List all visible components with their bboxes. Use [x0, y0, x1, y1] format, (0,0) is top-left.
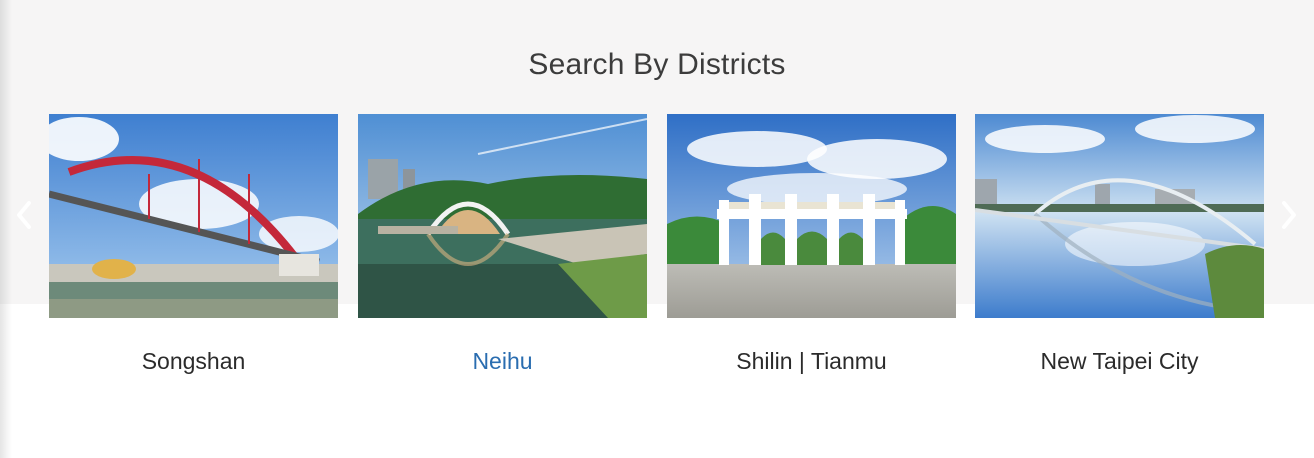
- district-label: New Taipei City: [1040, 348, 1199, 374]
- carousel-next-button[interactable]: [1274, 198, 1304, 232]
- district-label: Songshan: [141, 348, 246, 374]
- district-label: Shilin | Tianmu: [736, 348, 887, 374]
- district-card-songshan[interactable]: Songshan: [49, 114, 338, 404]
- district-card-shilin-tianmu[interactable]: Shilin | Tianmu: [667, 114, 956, 404]
- district-image-songshan: [49, 114, 338, 318]
- district-label: Neihu: [472, 348, 533, 374]
- district-card-neihu[interactable]: Neihu: [358, 114, 647, 404]
- district-image-neihu: [358, 114, 647, 318]
- carousel-prev-button[interactable]: [9, 198, 39, 232]
- district-image-shilin-tianmu: [667, 114, 956, 318]
- district-card-new-taipei-city[interactable]: New Taipei City: [975, 114, 1264, 404]
- section-title: Search By Districts: [528, 48, 786, 81]
- chevron-right-icon: [1282, 201, 1296, 229]
- chevron-left-icon: [17, 201, 31, 229]
- district-image-new-taipei-city: [975, 114, 1264, 318]
